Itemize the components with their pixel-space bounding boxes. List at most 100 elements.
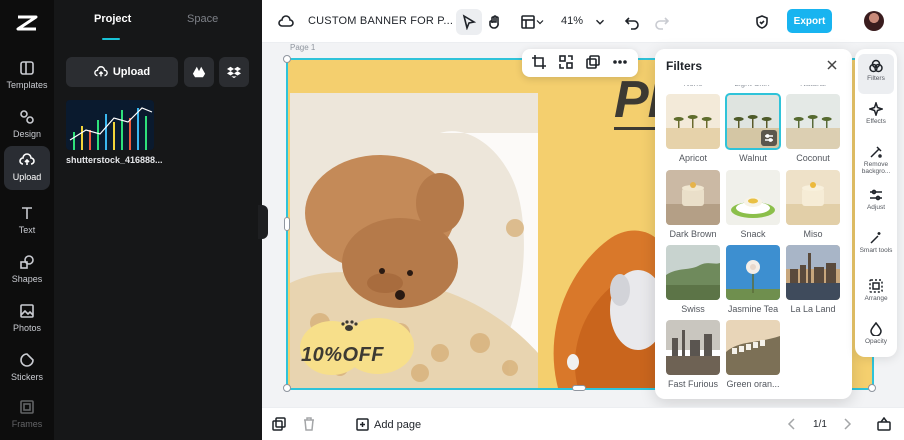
- shield-check-icon[interactable]: [752, 12, 772, 32]
- rail-item-effects[interactable]: Effects: [858, 97, 894, 137]
- pointer-tool-icon[interactable]: [459, 12, 479, 32]
- stickers-icon: [20, 353, 34, 367]
- filter-dark-brown[interactable]: Dark Brown: [666, 170, 720, 241]
- resize-handle-bottom-right[interactable]: [868, 384, 876, 392]
- bottom-bar: Add page 1/1: [262, 407, 904, 440]
- capcut-logo-icon[interactable]: [15, 11, 39, 35]
- rail-label: Upload: [12, 172, 42, 182]
- redo-icon[interactable]: [652, 12, 672, 32]
- shapes-icon: [20, 255, 34, 269]
- upload-button[interactable]: Upload: [66, 57, 178, 87]
- golden-retriever-photo[interactable]: [538, 190, 666, 388]
- upload-button-label: Upload: [112, 66, 151, 78]
- filter-name: Swiss: [681, 304, 705, 314]
- rail-item-text[interactable]: Text: [4, 199, 50, 243]
- left-rail: Templates Design Upload Text Shapes Phot…: [0, 0, 54, 440]
- panel-collapse-handle[interactable]: [258, 205, 268, 239]
- page-manager-icon[interactable]: [877, 416, 893, 433]
- uploaded-file-thumbnail[interactable]: [66, 100, 154, 150]
- filter-snack[interactable]: Snack: [726, 170, 780, 241]
- filter-thumbnail: [726, 245, 780, 300]
- chevron-down-icon[interactable]: [534, 12, 546, 32]
- filters-title: Filters: [666, 59, 703, 73]
- filter-adjust-button[interactable]: [761, 130, 777, 146]
- filter-name: Dark Brown: [669, 229, 717, 239]
- rail-item-adjust[interactable]: Adjust: [858, 183, 894, 223]
- adjust-icon: [870, 189, 882, 201]
- rail-item-opacity[interactable]: Opacity: [858, 317, 894, 357]
- filter-name: Walnut: [739, 153, 767, 163]
- filter-fast-furious[interactable]: Fast Furious: [666, 320, 720, 391]
- filter-la-la-land[interactable]: La La Land: [786, 245, 840, 316]
- rail-item-templates[interactable]: Templates: [4, 54, 50, 98]
- dropbox-button[interactable]: [219, 57, 249, 87]
- remove-background-icon: [870, 146, 882, 158]
- photos-icon: [20, 304, 34, 318]
- arrange-icon: [869, 279, 883, 293]
- rail-label: Templates: [6, 80, 48, 90]
- rail-label: Filters: [867, 75, 885, 82]
- filter-thumbnail-selected: [725, 93, 781, 150]
- filter-thumbnail: [666, 320, 720, 375]
- filter-name: Fast Furious: [667, 379, 718, 389]
- resize-handle-left[interactable]: [284, 217, 290, 231]
- duplicate-icon[interactable]: [586, 55, 602, 71]
- rail-item-smart-tools[interactable]: Smart tools: [858, 226, 894, 266]
- hand-tool-icon[interactable]: [485, 12, 505, 32]
- filter-coconut[interactable]: Coconut: [786, 94, 840, 165]
- add-page-button[interactable]: Add page: [356, 418, 421, 431]
- active-tab-indicator: [102, 38, 120, 40]
- previous-page-icon[interactable]: [785, 417, 801, 433]
- filter-swiss[interactable]: Swiss: [666, 245, 720, 316]
- duplicate-page-icon[interactable]: [272, 417, 288, 433]
- more-options-icon[interactable]: [613, 55, 629, 71]
- replace-icon[interactable]: [559, 55, 575, 71]
- filter-jasmine-tea[interactable]: Jasmine Tea: [726, 245, 780, 316]
- filter-name: Miso: [803, 229, 823, 239]
- tab-space[interactable]: Space: [187, 13, 218, 25]
- resize-handle-top-left[interactable]: [283, 55, 291, 63]
- undo-icon[interactable]: [622, 12, 642, 32]
- export-button[interactable]: Export: [787, 9, 832, 33]
- rail-item-photos[interactable]: Photos: [4, 297, 50, 341]
- filter-walnut[interactable]: Walnut: [725, 93, 781, 165]
- filter-thumbnail: [666, 245, 720, 300]
- templates-icon: [20, 61, 34, 75]
- rail-label: Photos: [12, 323, 42, 333]
- rail-item-frames[interactable]: Frames: [4, 393, 50, 437]
- uploaded-file-name: shutterstock_416888...: [66, 155, 163, 165]
- filter-green-orange[interactable]: Green oran...: [726, 320, 780, 391]
- rail-item-arrange[interactable]: Arrange: [858, 274, 894, 314]
- google-drive-button[interactable]: [184, 57, 214, 87]
- rail-item-upload[interactable]: Upload: [4, 146, 50, 190]
- crop-icon[interactable]: [532, 55, 548, 71]
- filter-name: La La Land: [790, 304, 836, 314]
- rail-item-remove-background[interactable]: Remove backgro...: [858, 140, 894, 180]
- cloud-save-icon[interactable]: [276, 12, 296, 32]
- resize-handle-bottom[interactable]: [572, 385, 586, 391]
- rail-item-filters[interactable]: Filters: [858, 54, 894, 94]
- opacity-icon: [870, 322, 882, 336]
- resize-handle-bottom-left[interactable]: [283, 384, 291, 392]
- filter-miso[interactable]: Miso: [786, 170, 840, 241]
- delete-page-icon[interactable]: [302, 417, 318, 433]
- close-icon[interactable]: [826, 59, 840, 73]
- next-page-icon[interactable]: [840, 417, 856, 433]
- filter-name: Apricot: [678, 153, 707, 163]
- project-panel: Project Space Upload shutterstock_416888…: [54, 0, 262, 440]
- user-avatar[interactable]: [864, 11, 884, 31]
- filter-apricot[interactable]: Apricot: [666, 94, 720, 165]
- rail-label: Design: [12, 129, 41, 139]
- zoom-chevron-down-icon[interactable]: [593, 12, 607, 32]
- effects-icon: [869, 102, 883, 116]
- zoom-level[interactable]: 41%: [561, 15, 583, 27]
- tab-project[interactable]: Project: [94, 13, 131, 25]
- document-title[interactable]: CUSTOM BANNER FOR P...: [308, 15, 453, 27]
- discount-badge-text[interactable]: 10%OFF: [301, 344, 384, 367]
- rail-label: Adjust: [866, 204, 886, 211]
- rail-item-shapes[interactable]: Shapes: [4, 248, 50, 292]
- rail-item-stickers[interactable]: Stickers: [4, 346, 50, 390]
- rail-item-design[interactable]: Design: [4, 103, 50, 147]
- upload-cloud-icon: [94, 66, 108, 77]
- rail-label: Opacity: [864, 338, 888, 345]
